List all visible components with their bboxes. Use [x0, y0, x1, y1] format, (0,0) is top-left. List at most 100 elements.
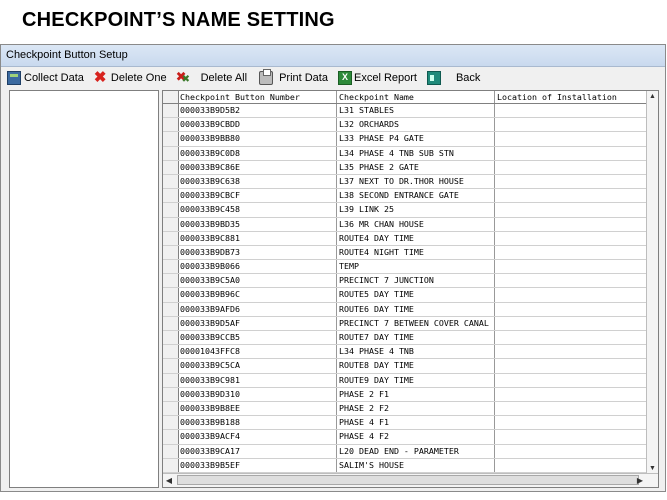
table-row[interactable]: 000033B9C981 ROUTE9 DAY TIME [163, 373, 647, 388]
row-selector-cell[interactable] [163, 274, 179, 288]
cell-button-number[interactable]: 000033B9B5EF [179, 458, 337, 472]
row-selector-cell[interactable] [163, 146, 179, 160]
table-row[interactable]: 000033B9CCB5 ROUTE7 DAY TIME [163, 331, 647, 346]
cell-checkpoint-name[interactable]: ROUTE4 NIGHT TIME [337, 245, 495, 260]
cell-checkpoint-name[interactable]: L33 PHASE P4 GATE [337, 132, 495, 146]
cell-button-number[interactable]: 000033B9D5AF [179, 316, 337, 330]
table-row[interactable]: 00001043FFC8 L34 PHASE 4 TNB [163, 345, 647, 360]
table-row[interactable]: 000033B9C458 L39 LINK 25 [163, 203, 647, 218]
cell-checkpoint-name[interactable]: L35 PHASE 2 GATE [337, 160, 495, 174]
cell-checkpoint-name[interactable]: TEMP [337, 260, 495, 274]
cell-checkpoint-name[interactable]: PRECINCT 7 BETWEEN COVER CANAL I [337, 316, 495, 330]
table-row[interactable]: 000033B9B5EF SALIM'S HOUSE [163, 458, 647, 473]
cell-checkpoint-name[interactable]: ROUTE4 DAY TIME [337, 231, 495, 245]
row-selector-cell[interactable] [163, 302, 179, 316]
cell-checkpoint-name[interactable]: ROUTE6 DAY TIME [337, 302, 495, 316]
row-selector-cell[interactable] [163, 231, 179, 245]
cell-checkpoint-name[interactable]: L34 PHASE 4 TNB SUB STN [337, 146, 495, 160]
cell-checkpoint-name[interactable]: PRECINCT 7 JUNCTION [337, 274, 495, 288]
table-row[interactable]: 000033B9B066 TEMP [163, 260, 647, 275]
table-row[interactable]: 000033B9DB73 ROUTE4 NIGHT TIME [163, 245, 647, 261]
row-selector-cell[interactable] [163, 444, 179, 458]
table-row[interactable]: 000033B9D5AF PRECINCT 7 BETWEEN COVER CAN… [163, 316, 647, 331]
cell-button-number[interactable]: 000033B9C638 [179, 174, 337, 189]
cell-checkpoint-name[interactable]: ROUTE9 DAY TIME [337, 373, 495, 387]
cell-button-number[interactable]: 000033B9BB80 [179, 132, 337, 146]
cell-location[interactable] [495, 316, 647, 330]
cell-button-number[interactable]: 000033B9CCB5 [179, 331, 337, 345]
cell-button-number[interactable]: 000033B9C86E [179, 160, 337, 174]
excel-report-button[interactable]: Excel Report [337, 71, 417, 85]
row-selector-cell[interactable] [163, 288, 179, 302]
cell-checkpoint-name[interactable]: L38 SECOND ENTRANCE GATE [337, 189, 495, 203]
print-data-button[interactable]: Print Data [259, 69, 328, 85]
cell-checkpoint-name[interactable]: L37 NEXT TO DR.THOR HOUSE [337, 174, 495, 189]
row-selector-cell[interactable] [163, 118, 179, 132]
row-selector-cell[interactable] [163, 331, 179, 345]
cell-location[interactable] [495, 160, 647, 174]
row-selector-cell[interactable] [163, 189, 179, 203]
collect-data-button[interactable]: Collect Data [7, 71, 84, 85]
cell-button-number[interactable]: 000033B9C5A0 [179, 274, 337, 288]
back-button[interactable]: Back [426, 71, 480, 85]
column-header-location[interactable]: Location of Installation [495, 91, 647, 103]
cell-location[interactable] [495, 146, 647, 160]
cell-checkpoint-name[interactable]: PHASE 2 F1 [337, 387, 495, 401]
cell-button-number[interactable]: 00001043FFC8 [179, 345, 337, 359]
cell-checkpoint-name[interactable]: PHASE 2 F2 [337, 401, 495, 416]
scroll-right-arrow-icon[interactable]: ▶ [634, 474, 646, 487]
cell-button-number[interactable]: 000033B9B8EE [179, 401, 337, 416]
cell-location[interactable] [495, 217, 647, 231]
cell-checkpoint-name[interactable]: L32 ORCHARDS [337, 118, 495, 132]
horizontal-scroll-thumb[interactable] [177, 475, 639, 485]
column-header-button-number[interactable]: Checkpoint Button Number [179, 91, 337, 103]
cell-button-number[interactable]: 000033B9C458 [179, 203, 337, 217]
row-selector-cell[interactable] [163, 416, 179, 430]
cell-location[interactable] [495, 401, 647, 416]
cell-location[interactable] [495, 203, 647, 217]
row-selector-cell[interactable] [163, 373, 179, 387]
horizontal-scrollbar[interactable]: ◀ ▶ [163, 473, 658, 487]
cell-location[interactable] [495, 274, 647, 288]
cell-button-number[interactable]: 000033B9CA17 [179, 444, 337, 458]
row-selector-cell[interactable] [163, 430, 179, 444]
cell-button-number[interactable]: 000033B9B066 [179, 260, 337, 274]
row-selector-cell[interactable] [163, 203, 179, 217]
row-selector-cell[interactable] [163, 260, 179, 274]
cell-location[interactable] [495, 118, 647, 132]
cell-location[interactable] [495, 104, 647, 118]
vertical-scrollbar[interactable]: ▲ ▼ [646, 91, 658, 474]
cell-location[interactable] [495, 231, 647, 245]
row-selector-cell[interactable] [163, 104, 179, 118]
table-row[interactable]: 000033B9C5A0 PRECINCT 7 JUNCTION [163, 274, 647, 289]
cell-location[interactable] [495, 458, 647, 472]
cell-button-number[interactable]: 000033B9DB73 [179, 245, 337, 260]
cell-button-number[interactable]: 000033B9CBCF [179, 189, 337, 203]
cell-location[interactable] [495, 174, 647, 189]
table-row[interactable]: 000033B9BB80 L33 PHASE P4 GATE [163, 132, 647, 147]
cell-checkpoint-name[interactable]: L36 MR CHAN HOUSE [337, 217, 495, 231]
table-row[interactable]: 000033B9CBDD L32 ORCHARDS [163, 118, 647, 133]
row-selector-cell[interactable] [163, 359, 179, 373]
cell-checkpoint-name[interactable]: PHASE 4 F1 [337, 416, 495, 430]
row-selector-cell[interactable] [163, 245, 179, 260]
cell-checkpoint-name[interactable]: PHASE 4 F2 [337, 430, 495, 444]
scroll-up-arrow-icon[interactable]: ▲ [647, 91, 658, 102]
cell-location[interactable] [495, 359, 647, 373]
cell-checkpoint-name[interactable]: ROUTE7 DAY TIME [337, 331, 495, 345]
cell-location[interactable] [495, 387, 647, 401]
cell-checkpoint-name[interactable]: SALIM'S HOUSE [337, 458, 495, 472]
table-row[interactable]: 000033B9C86E L35 PHASE 2 GATE [163, 160, 647, 175]
table-row[interactable]: 000033B9D5B2 L31 STABLES [163, 104, 647, 119]
cell-checkpoint-name[interactable]: L20 DEAD END - PARAMETER [337, 444, 495, 458]
table-row[interactable]: 000033B9B188 PHASE 4 F1 [163, 416, 647, 431]
cell-button-number[interactable]: 000033B9ACF4 [179, 430, 337, 444]
table-row[interactable]: 000033B9CBCF L38 SECOND ENTRANCE GATE [163, 189, 647, 204]
cell-button-number[interactable]: 000033B9CBDD [179, 118, 337, 132]
delete-all-button[interactable]: Delete All [176, 69, 247, 85]
cell-button-number[interactable]: 000033B9AFD6 [179, 302, 337, 316]
cell-button-number[interactable]: 000033B9D310 [179, 387, 337, 401]
column-header-checkpoint-name[interactable]: Checkpoint Name [337, 91, 495, 103]
left-list-panel[interactable] [9, 90, 159, 488]
cell-location[interactable] [495, 345, 647, 359]
